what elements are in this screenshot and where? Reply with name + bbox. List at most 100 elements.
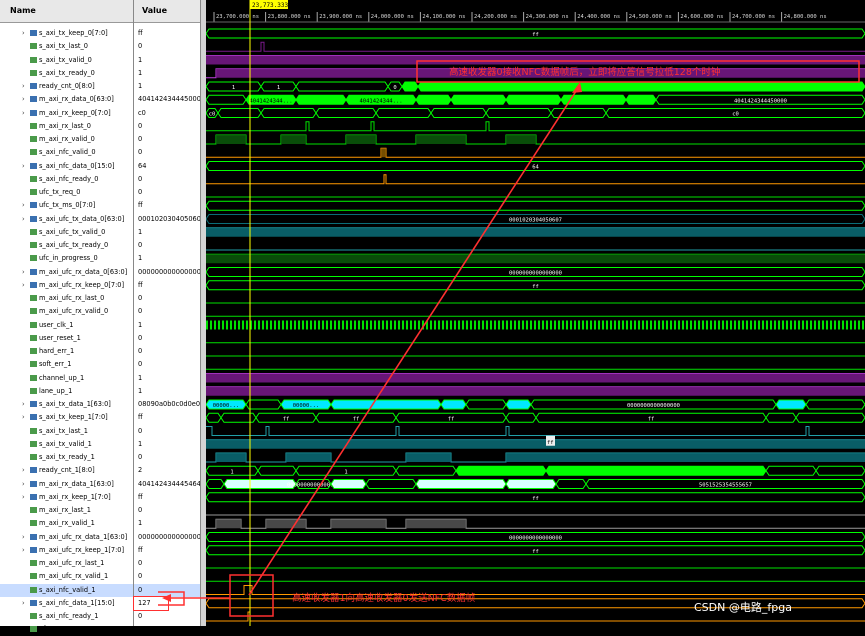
signal-row[interactable]: m_axi_ufc_rx_valid_1 (0, 570, 133, 583)
signal-row[interactable]: › ufc_tx_ms_0[7:0] (0, 199, 133, 212)
expand-chevron-icon[interactable]: › (0, 491, 30, 504)
signal-value: 0 (138, 121, 143, 130)
signal-row[interactable]: channel_up_1 (0, 372, 133, 385)
signal-row[interactable]: › m_axi_rx_data_1[63:0] (0, 478, 133, 491)
bus-segment (415, 479, 507, 489)
bus-segment (430, 108, 487, 118)
bus-value-label: c0 (732, 112, 739, 118)
signal-name: m_axi_rx_valid_1 (39, 519, 95, 528)
signal-row[interactable]: soft_err_1 (0, 358, 133, 371)
signal-row[interactable]: › m_axi_ufc_rx_keep_1[7:0] (0, 544, 133, 557)
expand-chevron-icon[interactable]: › (0, 80, 30, 93)
signal-row[interactable]: s_axi_tx_ready_0 (0, 67, 133, 80)
clock-pulse (302, 320, 304, 330)
name-column-header[interactable]: Name (0, 0, 133, 23)
expand-chevron-icon[interactable]: › (0, 160, 30, 173)
signal-name: s_axi_ufc_tx_data_0[63:0] (39, 214, 125, 223)
signal-row[interactable]: s_axi_nfc_ready_1 (0, 610, 133, 623)
bit-fill (381, 148, 386, 158)
expand-chevron-icon[interactable]: › (0, 27, 30, 40)
clock-pulse (722, 320, 724, 330)
expand-chevron-icon[interactable]: › (0, 411, 30, 424)
clock-pulse (622, 320, 624, 330)
signal-row[interactable]: m_axi_rx_last_0 (0, 120, 133, 133)
expand-chevron-icon[interactable]: › (0, 213, 30, 226)
expand-chevron-icon[interactable]: › (0, 266, 30, 279)
bit-fill (206, 373, 865, 383)
expand-chevron-icon[interactable]: › (0, 93, 30, 106)
bit-trace (206, 121, 865, 132)
signal-row[interactable]: m_axi_ufc_rx_last_1 (0, 557, 133, 570)
expand-chevron-icon[interactable]: › (0, 199, 30, 212)
clock-pulse (242, 320, 244, 330)
signal-row[interactable]: › m_axi_rx_keep_0[7:0] (0, 107, 133, 120)
signal-row[interactable]: m_axi_rx_last_1 (0, 504, 133, 517)
clock-pulse (366, 320, 368, 330)
signal-row[interactable]: s_axi_tx_valid_1 (0, 438, 133, 451)
waveform-pane[interactable]: 23,700.000 ns 23,800.000 ns 23,900.000 ns 2… (166, 0, 865, 635)
signal-row[interactable]: › s_axi_ufc_tx_data_0[63:0] (0, 213, 133, 226)
bus-segment (205, 200, 865, 211)
expand-chevron-icon[interactable]: › (0, 107, 30, 120)
signal-row[interactable]: user_clk_1 (0, 319, 133, 332)
signal-value: 64 (138, 161, 147, 170)
signal-name: s_axi_tx_last_1 (39, 426, 88, 435)
bus-value-label: 0000000000000000 (627, 403, 680, 409)
signal-row[interactable]: m_axi_rx_valid_0 (0, 133, 133, 146)
expand-chevron-icon[interactable]: › (0, 279, 30, 292)
signal-row[interactable]: › m_axi_ufc_rx_keep_0[7:0] (0, 279, 133, 292)
signal-row[interactable]: › s_axi_tx_keep_0[7:0] (0, 27, 133, 40)
signal-row[interactable]: s_axi_ufc_tx_valid_0 (0, 226, 133, 239)
signal-row[interactable]: m_axi_ufc_rx_last_0 (0, 292, 133, 305)
marker-label: ff (547, 440, 554, 446)
bit-fill (281, 135, 306, 144)
clock-pulse (678, 320, 680, 330)
bus-signal-icon (30, 599, 37, 606)
signal-row[interactable]: s_axi_tx_valid_0 (0, 54, 133, 67)
bus-segment (330, 399, 442, 410)
signal-row[interactable]: s_axi_tx_ready_1 (0, 451, 133, 464)
signal-row[interactable]: m_axi_rx_valid_1 (0, 517, 133, 530)
signal-row[interactable]: s_axi_tx_last_0 (0, 40, 133, 53)
signal-row[interactable]: s_axi_ufc_tx_ready_0 (0, 239, 133, 252)
time-tick-label: 24,100.000 ns (422, 14, 465, 20)
bus-value-label: 4041424344... (359, 98, 402, 104)
signal-name: m_axi_rx_data_1[63:0] (39, 479, 114, 488)
bus-value-label: ff (532, 284, 539, 290)
signal-value: ff (138, 280, 143, 289)
signal-row[interactable]: ufc_tx_req_1 (0, 623, 133, 636)
signal-row[interactable]: ufc_in_progress_0 (0, 252, 133, 265)
signal-row[interactable]: › m_axi_ufc_rx_data_0[63:0] (0, 266, 133, 279)
bus-segment (365, 479, 417, 489)
expand-chevron-icon[interactable]: › (0, 464, 30, 477)
signal-row[interactable]: › s_axi_nfc_data_1[15:0] (0, 597, 133, 610)
clock-pulse (674, 320, 676, 330)
signal-row[interactable]: › m_axi_rx_keep_1[7:0] (0, 491, 133, 504)
signal-row[interactable]: ufc_tx_req_0 (0, 186, 133, 199)
signal-row[interactable]: › s_axi_nfc_data_0[15:0] (0, 160, 133, 173)
clock-pulse (862, 320, 864, 330)
signal-row[interactable]: m_axi_ufc_rx_valid_0 (0, 305, 133, 318)
signal-row[interactable]: s_axi_nfc_ready_0 (0, 173, 133, 186)
expand-chevron-icon[interactable]: › (0, 478, 30, 491)
value-column-header[interactable]: Value (134, 0, 200, 23)
signal-row[interactable]: › m_axi_rx_data_0[63:0] (0, 93, 133, 106)
expand-chevron-icon[interactable]: › (0, 531, 30, 544)
signal-row[interactable]: › s_axi_tx_data_1[63:0] (0, 398, 133, 411)
signal-row[interactable]: › s_axi_tx_keep_1[7:0] (0, 411, 133, 424)
expand-chevron-icon[interactable]: › (0, 398, 30, 411)
signal-row[interactable]: s_axi_tx_last_1 (0, 425, 133, 438)
signal-row[interactable]: › ready_cnt_0[8:0] (0, 80, 133, 93)
expand-chevron-icon[interactable]: › (0, 597, 30, 610)
signal-row[interactable]: s_axi_nfc_valid_1 (0, 583, 133, 597)
signal-row[interactable]: s_axi_nfc_valid_0 (0, 146, 133, 159)
signal-row[interactable]: hard_err_1 (0, 345, 133, 358)
signal-name: m_axi_rx_last_1 (39, 506, 91, 514)
signal-row[interactable]: › ready_cnt_1[8:0] (0, 464, 133, 477)
expand-chevron-icon[interactable]: › (0, 544, 30, 557)
signal-row[interactable]: › m_axi_ufc_rx_data_1[63:0] (0, 531, 133, 544)
clock-pulse (562, 320, 564, 330)
signal-row[interactable]: user_reset_1 (0, 332, 133, 345)
signal-row[interactable]: lane_up_1 (0, 385, 133, 398)
bit-fill (216, 135, 246, 144)
